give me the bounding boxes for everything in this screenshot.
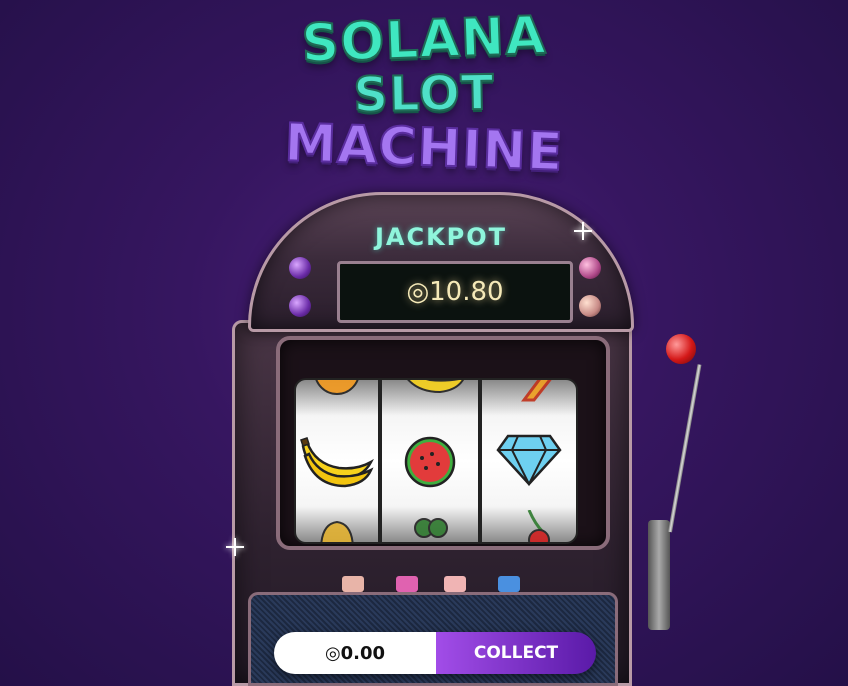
sparkle-icon bbox=[574, 222, 592, 240]
lever-knob[interactable] bbox=[666, 334, 696, 364]
lever-base bbox=[648, 520, 670, 630]
banana-icon bbox=[382, 380, 478, 406]
reel-1 bbox=[294, 378, 380, 544]
cherry-icon bbox=[482, 509, 576, 542]
reel-button-4[interactable] bbox=[498, 576, 520, 592]
grapes-icon bbox=[382, 510, 478, 542]
reel-button-1[interactable] bbox=[342, 576, 364, 592]
bell-icon bbox=[296, 510, 378, 542]
sparkle-icon bbox=[226, 538, 244, 556]
pink-light-icon bbox=[579, 257, 601, 279]
balance-display: ◎0.00 bbox=[274, 632, 436, 674]
diamond-icon bbox=[482, 432, 576, 492]
collect-bar: ◎0.00 COLLECT bbox=[274, 632, 596, 674]
slot-machine: JACKPOT ◎10.80 bbox=[232, 192, 650, 686]
seven-icon bbox=[482, 380, 576, 406]
collect-button[interactable]: COLLECT bbox=[436, 632, 596, 674]
banana-icon bbox=[296, 432, 378, 496]
reel-2 bbox=[380, 378, 480, 544]
orange-icon bbox=[296, 380, 378, 406]
lever-rod[interactable] bbox=[668, 364, 702, 533]
jackpot-amount: ◎10.80 bbox=[337, 261, 573, 323]
purple-light-icon bbox=[289, 257, 311, 279]
reel-button-3[interactable] bbox=[444, 576, 466, 592]
watermelon-icon bbox=[382, 432, 478, 496]
reel-button-2[interactable] bbox=[396, 576, 418, 592]
purple-light-icon bbox=[289, 295, 311, 317]
peach-light-icon bbox=[579, 295, 601, 317]
jackpot-panel: JACKPOT ◎10.80 bbox=[248, 192, 634, 332]
reel-3 bbox=[480, 378, 578, 544]
